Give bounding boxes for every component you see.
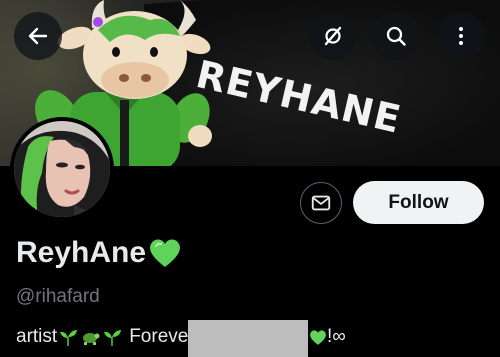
back-button[interactable] [14,12,62,60]
seedling-icon [104,330,122,346]
message-button[interactable] [300,182,342,224]
search-icon [386,26,406,46]
green-heart-icon [150,239,180,267]
display-name-row: ReyhAne [16,236,182,270]
more-options-button[interactable] [437,12,485,60]
bio-tail: !∞ [309,326,346,348]
more-vertical-icon [459,27,463,45]
profile-avatar[interactable] [10,117,114,221]
profile-bio: artist Forever a [16,326,211,348]
display-name: ReyhAne [16,236,147,269]
turtle-icon [83,333,100,345]
envelope-icon [311,195,331,211]
bio-text-end: !∞ [327,326,346,347]
seedling-icon [60,330,78,346]
avatar-image [14,121,110,217]
profile-handle: @rihafard [16,286,100,307]
bio-text-start: artist [16,326,58,347]
arrow-left-icon [28,27,48,45]
follow-button[interactable]: Follow [353,181,484,224]
grok-button[interactable] [309,12,357,60]
green-heart-icon [310,329,326,345]
search-button[interactable] [372,12,420,60]
redacted-area [188,320,308,357]
grok-icon [324,26,342,46]
